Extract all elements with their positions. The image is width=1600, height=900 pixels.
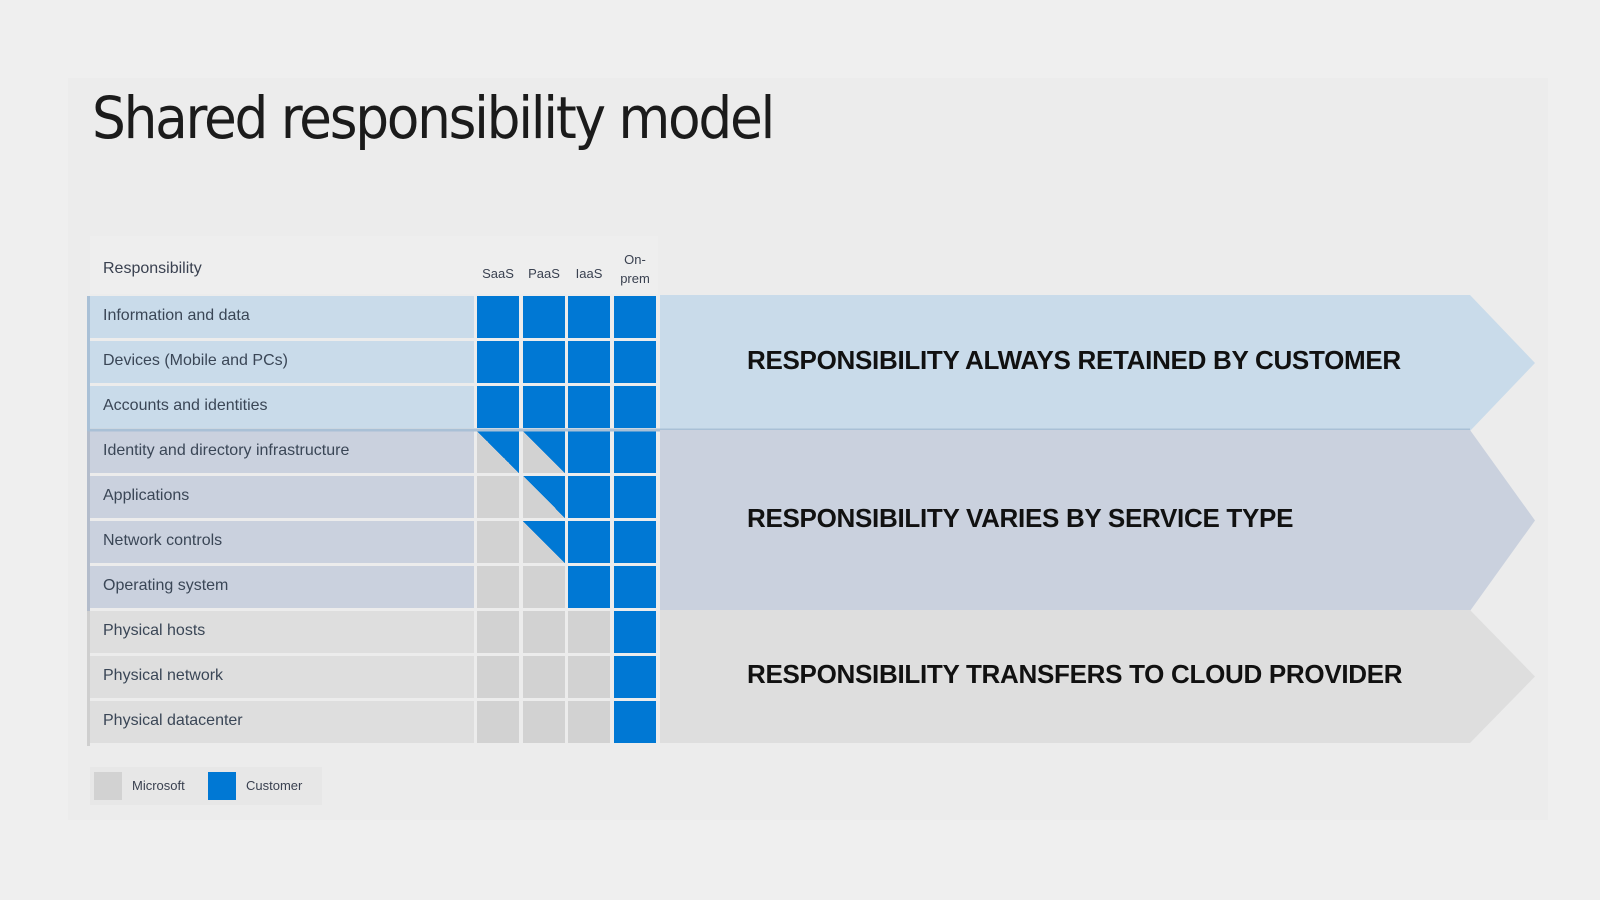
table-row: Information and data [90,296,474,338]
cell-customer [523,386,565,428]
cell-customer [568,476,610,518]
cell-shared [523,521,565,563]
cell-customer [614,386,656,428]
cell-microsoft [477,701,519,743]
legend-swatch-microsoft [94,772,122,800]
cell-customer [523,341,565,383]
cell-customer [614,566,656,608]
row-rule [87,386,90,431]
row-rule [87,521,90,566]
cell-microsoft [523,566,565,608]
column-header-line: PaaS [528,266,560,281]
column-header-line: On- [624,252,646,267]
column-header: On-prem [613,250,657,288]
row-rule [87,566,90,611]
cell-microsoft [477,656,519,698]
cell-microsoft [477,611,519,653]
row-rule [87,611,90,656]
row-rule [87,656,90,701]
row-label: Information and data [103,307,250,324]
cell-customer [614,701,656,743]
column-header: IaaS [567,264,611,283]
row-label: Applications [103,487,190,504]
column-header-line: prem [620,271,650,286]
cell-microsoft [523,656,565,698]
table-row: Physical datacenter [90,701,474,743]
cell-customer [568,521,610,563]
band-label: RESPONSIBILITY TRANSFERS TO CLOUD PROVID… [747,658,1403,689]
cell-microsoft [568,611,610,653]
row-label: Accounts and identities [103,397,268,414]
cell-customer [614,611,656,653]
cell-shared [523,431,565,473]
column-header: PaaS [522,264,566,283]
cell-microsoft [523,611,565,653]
responsibility-header: Responsibility [103,260,202,277]
cell-customer [614,431,656,473]
row-label: Operating system [103,577,229,594]
legend-label: Microsoft [132,778,185,793]
row-label: Physical hosts [103,622,206,639]
cell-customer [523,296,565,338]
band-label: RESPONSIBILITY ALWAYS RETAINED BY CUSTOM… [747,345,1401,375]
cell-shared [523,476,565,518]
band-label: RESPONSIBILITY VARIES BY SERVICE TYPE [747,502,1294,533]
cell-customer [477,386,519,428]
cell-customer [568,341,610,383]
row-rule [87,431,90,476]
cell-customer [614,476,656,518]
row-label: Physical datacenter [103,712,243,729]
table-row: Physical network [90,656,474,698]
table-row: Physical hosts [90,611,474,653]
cell-customer [568,431,610,473]
table-row: Operating system [90,566,474,608]
legend-label: Customer [246,778,303,793]
cell-shared [477,431,519,473]
row-rule [87,476,90,521]
cell-microsoft [523,701,565,743]
row-label: Physical network [103,667,224,684]
row-label: Devices (Mobile and PCs) [103,352,288,369]
cell-microsoft [477,476,519,518]
row-rule [87,701,90,746]
cell-customer [568,386,610,428]
row-rule [87,296,90,341]
row-label: Identity and directory infrastructure [103,442,350,459]
cell-customer [614,296,656,338]
cell-customer [614,656,656,698]
row-rule [87,341,90,386]
column-header-line: IaaS [575,266,603,281]
table-row: Identity and directory infrastructure [90,431,474,473]
cell-customer [568,566,610,608]
legend-swatch-customer [208,772,236,800]
cell-customer [477,341,519,383]
table-row: Devices (Mobile and PCs) [90,341,474,383]
table-row: Network controls [90,521,474,563]
cell-microsoft [477,566,519,608]
column-header-line: SaaS [482,266,514,281]
cell-customer [568,296,610,338]
cell-customer [477,296,519,338]
cell-microsoft [568,656,610,698]
cell-customer [614,341,656,383]
cell-microsoft [568,701,610,743]
cell-customer [614,521,656,563]
table-row: Accounts and identities [90,386,474,428]
page-title: Shared responsibility model [92,84,775,152]
column-header: SaaS [476,264,520,283]
row-label: Network controls [103,532,223,549]
table-row: Applications [90,476,474,518]
cell-microsoft [477,521,519,563]
